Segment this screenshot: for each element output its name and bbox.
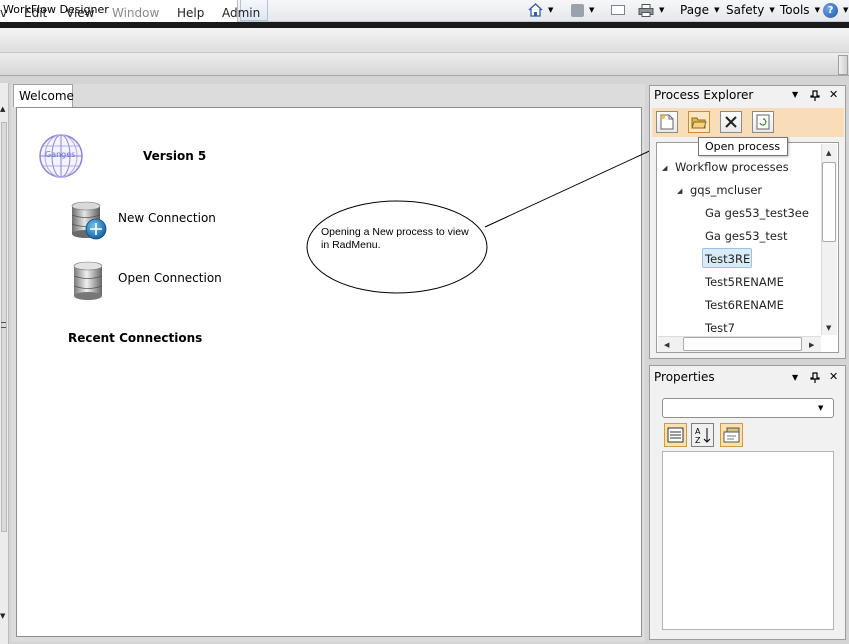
refresh-process-button[interactable]	[752, 111, 774, 133]
new-process-button[interactable]	[656, 111, 678, 133]
tree-node-user[interactable]: gqs_mcluser	[690, 183, 762, 197]
tree-node-process[interactable]: Ga ges53_test	[705, 229, 787, 243]
categorized-button[interactable]	[664, 423, 687, 447]
delete-process-button[interactable]	[720, 111, 742, 133]
menu-view[interactable]: View	[66, 6, 94, 20]
sort-alphabetical-button[interactable]: A Z	[691, 423, 714, 447]
categorized-icon	[667, 427, 684, 443]
open-connection-link[interactable]: Open Connection	[118, 271, 222, 285]
pin-icon[interactable]	[810, 372, 820, 383]
menu-window: Window	[112, 6, 160, 20]
tree-node-process[interactable]: Test6RENAME	[705, 298, 784, 312]
property-grid	[662, 451, 834, 630]
new-connection-link[interactable]: New Connection	[118, 211, 216, 225]
open-folder-icon	[691, 117, 707, 129]
process-explorer-title: Process Explorer	[654, 88, 754, 102]
menu-bar	[0, 28, 849, 53]
panel-dropdown-icon[interactable]: ▼	[792, 90, 798, 99]
scroll-up-arrow-icon[interactable]: ▲	[826, 149, 831, 157]
svg-text:Z: Z	[695, 436, 701, 445]
scroll-left-arrow-icon[interactable]: ◀	[664, 341, 669, 349]
new-connection-database-icon[interactable]	[71, 201, 107, 241]
open-connection-database-icon[interactable]	[73, 261, 103, 301]
tab-welcome[interactable]: Welcome	[13, 84, 74, 107]
help-icon: ?	[823, 2, 838, 18]
tree-node-process-selected[interactable]: Test3RE	[705, 252, 750, 266]
toolbar-overflow-button[interactable]	[838, 55, 848, 75]
safety-menu[interactable]: Safety ▼	[726, 0, 775, 20]
close-icon[interactable]: ✕	[829, 370, 838, 383]
read-mail-button[interactable]	[611, 0, 625, 20]
feeds-button[interactable]: ▼	[571, 0, 594, 20]
properties-object-selector[interactable]	[662, 398, 834, 418]
scroll-down-arrow-icon[interactable]: ▼	[826, 324, 831, 332]
version-label: Version 5	[143, 149, 207, 163]
mail-icon	[611, 5, 625, 15]
properties-title: Properties	[654, 370, 715, 384]
menu-edit[interactable]: Edit	[24, 6, 47, 20]
rss-icon	[571, 3, 584, 17]
page-menu-label: Page	[680, 3, 710, 17]
print-icon	[638, 3, 654, 17]
pin-icon[interactable]	[810, 90, 820, 101]
toolbar-strip	[0, 53, 849, 76]
process-explorer-toolbar	[652, 108, 844, 137]
callout-text: Opening a New process to view in RadMenu…	[321, 226, 469, 251]
tree-expand-icon[interactable]: ◢	[662, 164, 667, 172]
menu-admin[interactable]: Admin	[222, 6, 260, 20]
tree-node-process[interactable]: Test7	[705, 321, 735, 335]
print-button[interactable]: ▼	[638, 0, 664, 20]
safety-menu-label: Safety	[726, 3, 765, 17]
logo-text: Ganges	[45, 150, 76, 159]
home-button[interactable]: ▼	[528, 0, 553, 20]
tree-vertical-scroll-thumb[interactable]	[822, 162, 836, 242]
property-pages-button[interactable]	[720, 423, 743, 447]
menu-file[interactable]: v	[0, 6, 7, 20]
open-process-button[interactable]	[688, 111, 710, 133]
page-menu[interactable]: Page ▼	[680, 0, 719, 20]
close-icon[interactable]: ✕	[829, 88, 838, 101]
panel-dropdown-icon[interactable]: ▼	[792, 373, 798, 382]
refresh-icon	[756, 114, 770, 130]
menu-help[interactable]: Help	[177, 6, 204, 20]
property-pages-icon	[723, 427, 740, 443]
delete-icon	[725, 116, 737, 128]
tree-node-process[interactable]: Ga ges53_test3ee	[705, 206, 809, 220]
tree-node-process[interactable]: Test5RENAME	[705, 275, 784, 289]
tools-menu-label: Tools	[780, 3, 810, 17]
new-process-icon	[660, 114, 674, 130]
help-button[interactable]: ? ▼	[823, 0, 848, 20]
open-process-tooltip: Open process	[698, 137, 788, 156]
pane-grip-icon[interactable]	[1, 322, 6, 328]
svg-text:A: A	[695, 427, 701, 436]
scroll-down-arrow-icon[interactable]: ▼	[0, 612, 5, 620]
home-icon	[528, 3, 543, 17]
tree-expand-icon[interactable]: ◢	[677, 187, 682, 195]
tree-horizontal-scroll-thumb[interactable]	[683, 337, 802, 351]
tree-node-root[interactable]: Workflow processes	[675, 160, 789, 174]
tools-menu[interactable]: Tools ▼	[780, 0, 820, 20]
chevron-down-icon[interactable]: ▼	[818, 404, 823, 412]
scroll-up-arrow-icon[interactable]: ▲	[0, 105, 5, 113]
recent-connections-heading: Recent Connections	[68, 331, 203, 345]
sort-alpha-icon: A Z	[695, 427, 711, 445]
scroll-right-arrow-icon[interactable]: ▶	[809, 341, 814, 349]
